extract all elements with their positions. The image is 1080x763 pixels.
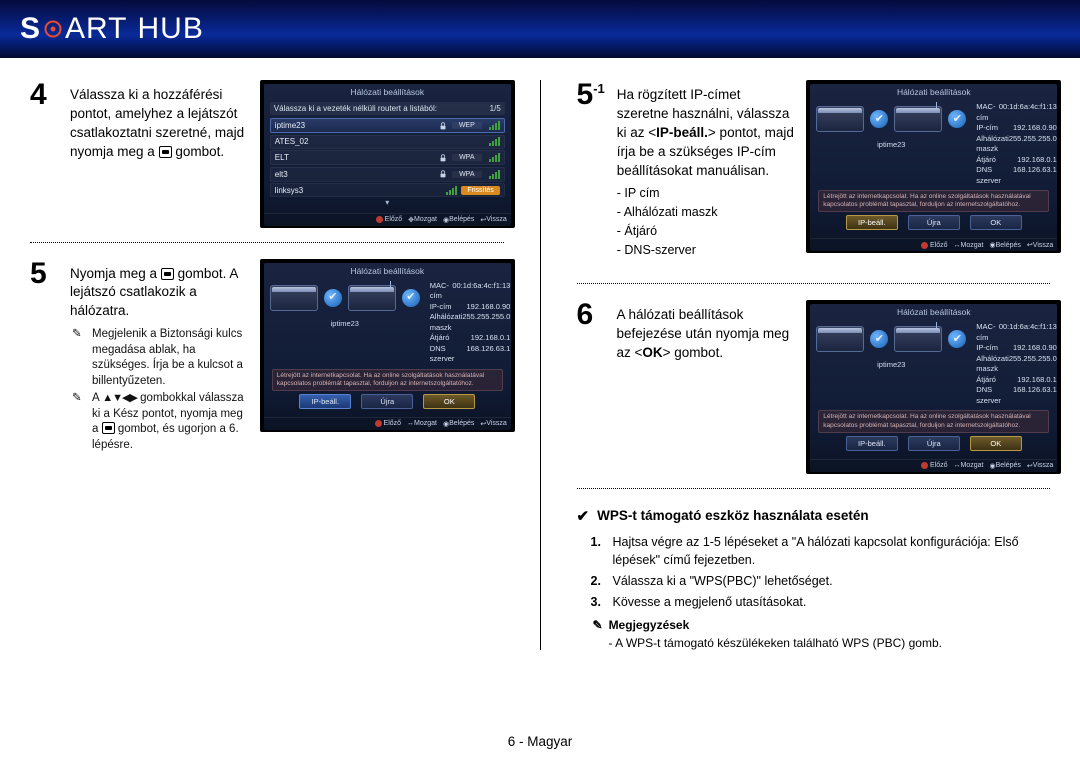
success-icon: ✔ (948, 110, 966, 128)
signal-icon (489, 121, 500, 130)
screenshot-step-5-1: Hálózati beállítások ✔ ✔ (806, 80, 1061, 253)
signal-icon (489, 153, 500, 162)
dot-red-icon (376, 216, 383, 223)
success-icon: ✔ (324, 289, 342, 307)
right-column: 5-1 Ha rögzített IP-címet szeretne haszn… (577, 80, 1051, 650)
step-4-number: 4 (30, 80, 58, 162)
step-6-number: 6 (577, 300, 605, 363)
note-icon: ✎ (593, 618, 603, 632)
screenshot-step-6: Hálózati beállítások ✔ ✔ (806, 300, 1061, 473)
step-6: 6 A hálózati beállítások befejezése után… (577, 300, 1051, 473)
brand-hub: HUB (137, 12, 203, 46)
ap-row[interactable]: linksys3 Frissítés (270, 183, 505, 197)
step-5-text: Nyomja meg a gombot. A lejátszó csatlako… (70, 259, 248, 454)
step-5-1-number: 5-1 (577, 80, 605, 259)
page-footer: 6 - Magyar (0, 734, 1080, 749)
step-5-1-text: Ha rögzített IP-címet szeretne használni… (617, 80, 795, 259)
ap-row[interactable]: ELT WPA (270, 150, 505, 165)
success-icon: ✔ (870, 110, 888, 128)
refresh-button[interactable]: Frissítés (461, 186, 499, 195)
chevron-down-icon: ▾ (270, 198, 505, 207)
check-icon: ✔ (577, 507, 590, 525)
dot-red-icon (921, 462, 928, 469)
step-4: 4 Válassza ki a hozzáférési pontot, amel… (30, 80, 504, 228)
lock-icon (438, 169, 448, 179)
smart-logo-icon (43, 19, 63, 39)
device-icon (816, 326, 864, 352)
step-6-text: A hálózati beállítások befejezése után n… (617, 300, 795, 363)
note-icon: ✎ (72, 327, 86, 389)
ip-settings-button[interactable]: IP-beáll. (299, 394, 351, 409)
step-5: 5 Nyomja meg a gombot. A lejátszó csatla… (30, 259, 504, 464)
divider (577, 283, 1051, 284)
tv-help-bar: Előző ✥ Mozgat ◉ Belépés ↩ Vissza (264, 213, 511, 226)
device-icon (270, 285, 318, 311)
enter-icon (161, 268, 174, 280)
retry-button[interactable]: Újra (361, 394, 413, 409)
screenshot-step-4: Hálózati beállítások Válassza ki a vezet… (260, 80, 515, 228)
signal-icon (446, 186, 457, 195)
step-4-text: Válassza ki a hozzáférési pontot, amelyh… (70, 80, 248, 162)
divider (30, 242, 504, 243)
device-icon (816, 106, 864, 132)
retry-button[interactable]: Újra (908, 215, 960, 230)
success-icon: ✔ (870, 330, 888, 348)
ok-button[interactable]: OK (970, 215, 1022, 230)
enter-icon (102, 422, 115, 434)
left-column: 4 Válassza ki a hozzáférési pontot, amel… (30, 80, 504, 650)
wps-steps-list: 1.Hajtsa végre az 1-5 lépéseket a "A hál… (591, 533, 1051, 612)
signal-icon (489, 170, 500, 179)
ip-settings-button[interactable]: IP-beáll. (846, 436, 898, 451)
ip-fields-list: IP cím Alhálózati maszk Átjáró DNS-szerv… (617, 184, 795, 259)
router-icon (894, 326, 942, 352)
lock-icon (438, 121, 448, 131)
ap-row[interactable]: elt3 WPA (270, 167, 505, 182)
success-icon: ✔ (402, 289, 420, 307)
dot-red-icon (375, 420, 382, 427)
enter-icon (159, 146, 172, 158)
brand-rest: ART (65, 12, 127, 46)
vertical-divider (540, 80, 541, 650)
lock-icon (438, 153, 448, 163)
note-icon: ✎ (72, 391, 86, 453)
wps-title: WPS-t támogató eszköz használata esetén (597, 508, 869, 523)
router-icon (894, 106, 942, 132)
remark-text: - A WPS-t támogató készülékeken találhat… (609, 636, 1051, 650)
remark-label: Megjegyzések (609, 618, 690, 632)
wps-section: ✔ WPS-t támogató eszköz használata eseté… (577, 507, 1051, 650)
retry-button[interactable]: Újra (908, 436, 960, 451)
ip-settings-button[interactable]: IP-beáll. (846, 215, 898, 230)
ap-row[interactable]: ATES_02 (270, 135, 505, 149)
dot-red-icon (921, 242, 928, 249)
step-5-number: 5 (30, 259, 58, 454)
divider (577, 488, 1051, 489)
brand-s: S (20, 12, 41, 46)
success-icon: ✔ (948, 330, 966, 348)
ok-button[interactable]: OK (423, 394, 475, 409)
signal-icon (489, 137, 500, 146)
ap-row[interactable]: iptime23 WEP (270, 118, 505, 133)
tv-title: Hálózati beállítások (264, 84, 511, 99)
ok-button[interactable]: OK (970, 436, 1022, 451)
step-5-1: 5-1 Ha rögzített IP-címet szeretne haszn… (577, 80, 1051, 269)
page-body: 4 Válassza ki a hozzáférési pontot, amel… (0, 58, 1080, 650)
app-header: S ART HUB (0, 0, 1080, 58)
arrow-keys-icon: ▲▼◀▶ (102, 391, 137, 406)
screenshot-step-5: Hálózati beállítások ✔ ✔ (260, 259, 515, 432)
router-icon (348, 285, 396, 311)
